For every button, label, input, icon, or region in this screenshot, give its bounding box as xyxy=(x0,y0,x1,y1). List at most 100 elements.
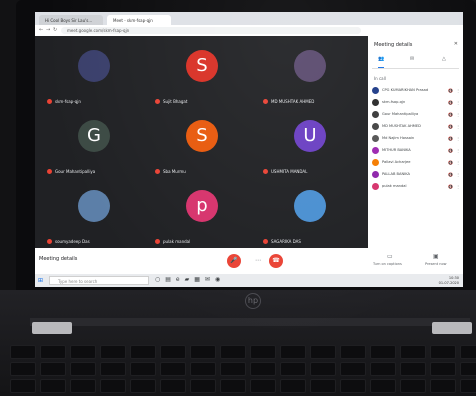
reload-icon[interactable]: ↻ xyxy=(53,27,57,33)
mic-off-icon: 🔇 xyxy=(448,99,453,105)
keyboard-key xyxy=(250,345,276,359)
cortana-icon[interactable]: ○ xyxy=(155,276,160,283)
participant-tile[interactable]: skm-fsap-qjn xyxy=(41,40,146,106)
chrome-icon[interactable]: ◉ xyxy=(215,276,220,283)
windows-logo-icon[interactable]: ⊞ xyxy=(38,277,43,284)
keyboard-key xyxy=(220,345,246,359)
avatar xyxy=(372,158,379,166)
participant-tile[interactable]: MD MUSHTAK AHMED xyxy=(257,40,362,106)
keyboard-key xyxy=(460,379,476,393)
participant-tile[interactable]: soumyadeep Das xyxy=(41,180,146,246)
more-vert-icon[interactable]: ⋮ xyxy=(456,172,460,177)
participant-name-text: Sba Murmu xyxy=(163,169,186,174)
browser-tab[interactable]: Hi Cool Boys Sir Lau's... xyxy=(39,15,103,25)
participant-row[interactable]: PALLAB BANIKA 🔇 ⋮ xyxy=(372,168,460,180)
meeting-controls: Meeting details 🎤 ⋯ ☎ ▭ Turn on captions… xyxy=(35,248,463,274)
present-icon[interactable]: ▣ xyxy=(433,253,439,260)
meeting-details-button[interactable]: Meeting details xyxy=(39,256,77,262)
participant-name: Gour Mahantipalliya xyxy=(47,169,95,174)
participant-tile[interactable]: SAGARIKA DAS xyxy=(257,180,362,246)
participant-name-text: MD MUSHTAK AHMED xyxy=(271,99,315,104)
participant-tile[interactable]: p pulak mandal xyxy=(149,180,254,246)
more-vert-icon[interactable]: ⋮ xyxy=(456,184,460,189)
close-icon[interactable]: ✕ xyxy=(454,41,458,47)
meeting-details-panel: Meeting details ✕ 👥 ✉ △ In call CPG KUMA… xyxy=(368,36,463,248)
keyboard-key xyxy=(310,379,336,393)
browser-tab-active[interactable]: Meet - skm-fsap-qjn xyxy=(107,15,171,25)
keyboard-key xyxy=(220,379,246,393)
folder-icon[interactable]: ▰ xyxy=(185,276,190,283)
mic-off-icon[interactable]: 🎤 xyxy=(227,254,241,268)
url-field[interactable]: meet.google.com/skm-fsap-qjn xyxy=(61,27,361,34)
keyboard-key xyxy=(10,379,36,393)
captions-button[interactable]: Turn on captions xyxy=(373,262,402,266)
more-vert-icon[interactable]: ⋮ xyxy=(456,160,460,165)
keyboard-key xyxy=(10,345,36,359)
participant-row-name: MD MUSHTAK AHMED xyxy=(382,124,421,128)
mic-off-icon: 🔇 xyxy=(448,123,453,129)
keyboard-row xyxy=(10,345,476,359)
participant-row[interactable]: MITHUR BANIKA 🔇 ⋮ xyxy=(372,144,460,156)
mic-off-icon xyxy=(47,99,52,104)
forward-icon[interactable]: → xyxy=(46,27,50,33)
more-vert-icon[interactable]: ⋮ xyxy=(456,148,460,153)
participant-row[interactable]: MD MUSHTAK AHMED 🔇 ⋮ xyxy=(372,120,460,132)
more-vert-icon[interactable]: ⋮ xyxy=(456,100,460,105)
keyboard-key xyxy=(100,362,126,376)
participant-tile[interactable]: S Sujit Bhagat xyxy=(149,40,254,106)
activities-icon[interactable]: △ xyxy=(442,56,446,67)
participant-tile[interactable]: G Gour Mahantipalliya xyxy=(41,110,146,176)
store-icon[interactable]: ▦ xyxy=(194,276,200,283)
participant-row[interactable]: skm-fsap-qjn 🔇 ⋮ xyxy=(372,96,460,108)
hp-logo-icon: hp xyxy=(245,293,261,309)
mic-off-icon xyxy=(263,169,268,174)
more-vert-icon[interactable]: ⋮ xyxy=(456,136,460,141)
more-vert-icon[interactable]: ⋮ xyxy=(456,124,460,129)
people-icon[interactable]: 👥 xyxy=(378,56,385,68)
keyboard-key xyxy=(250,379,276,393)
clock-date: 01-07-2020 xyxy=(438,280,459,285)
participant-row[interactable]: pulak mandal 🔇 ⋮ xyxy=(372,180,460,192)
keyboard-key xyxy=(370,362,396,376)
hang-up-icon[interactable]: ☎ xyxy=(269,254,283,268)
edge-icon[interactable]: e xyxy=(176,276,180,283)
taskbar-clock[interactable]: 10:30 01-07-2020 xyxy=(439,276,459,285)
keyboard-key xyxy=(340,345,366,359)
chat-icon[interactable]: ✉ xyxy=(410,56,414,67)
participant-row[interactable]: Pallavi Acharjee 🔇 ⋮ xyxy=(372,156,460,168)
keyboard-key xyxy=(400,345,426,359)
participant-row[interactable]: Md Najim Hossain 🔇 ⋮ xyxy=(372,132,460,144)
captions-icon[interactable]: ▭ xyxy=(387,253,393,260)
participant-name-text: Sujit Bhagat xyxy=(163,99,188,104)
keyboard-key xyxy=(70,345,96,359)
participant-row-name: pulak mandal xyxy=(382,184,407,188)
participant-row-name: MITHUR BANIKA xyxy=(382,148,411,152)
task-view-icon[interactable]: ▤ xyxy=(165,276,171,283)
keyboard-key xyxy=(160,362,186,376)
participant-row[interactable]: Gour Mahantipalliya 🔇 ⋮ xyxy=(372,108,460,120)
keyboard-key xyxy=(130,345,156,359)
avatar: U xyxy=(294,120,326,152)
profile-photo xyxy=(294,190,326,222)
participant-tile[interactable]: U USHMITA MANDAL xyxy=(257,110,362,176)
participant-tile[interactable]: S Sba Murmu xyxy=(149,110,254,176)
participant-row-name: skm-fsap-qjn xyxy=(382,100,406,104)
mic-off-icon xyxy=(263,239,268,244)
keyboard-key xyxy=(160,345,186,359)
back-icon[interactable]: ← xyxy=(39,27,43,33)
keyboard-key xyxy=(130,379,156,393)
participant-row[interactable]: CPG KUMARIKHAN Prasad 🔇 ⋮ xyxy=(372,84,460,96)
keyboard-row xyxy=(10,379,476,393)
more-vert-icon[interactable]: ⋮ xyxy=(456,112,460,117)
more-options-icon[interactable]: ⋯ xyxy=(255,257,261,264)
more-vert-icon[interactable]: ⋮ xyxy=(456,88,460,93)
taskbar-search[interactable]: Type here to search xyxy=(49,276,149,285)
mail-icon[interactable]: ✉ xyxy=(205,276,210,283)
participant-name: pulak mandal xyxy=(155,239,190,244)
mic-off-icon xyxy=(155,239,160,244)
avatar xyxy=(372,98,379,106)
keyboard-key xyxy=(40,379,66,393)
keyboard-key xyxy=(370,379,396,393)
keyboard-key xyxy=(190,362,216,376)
present-button[interactable]: Present now xyxy=(425,262,446,266)
